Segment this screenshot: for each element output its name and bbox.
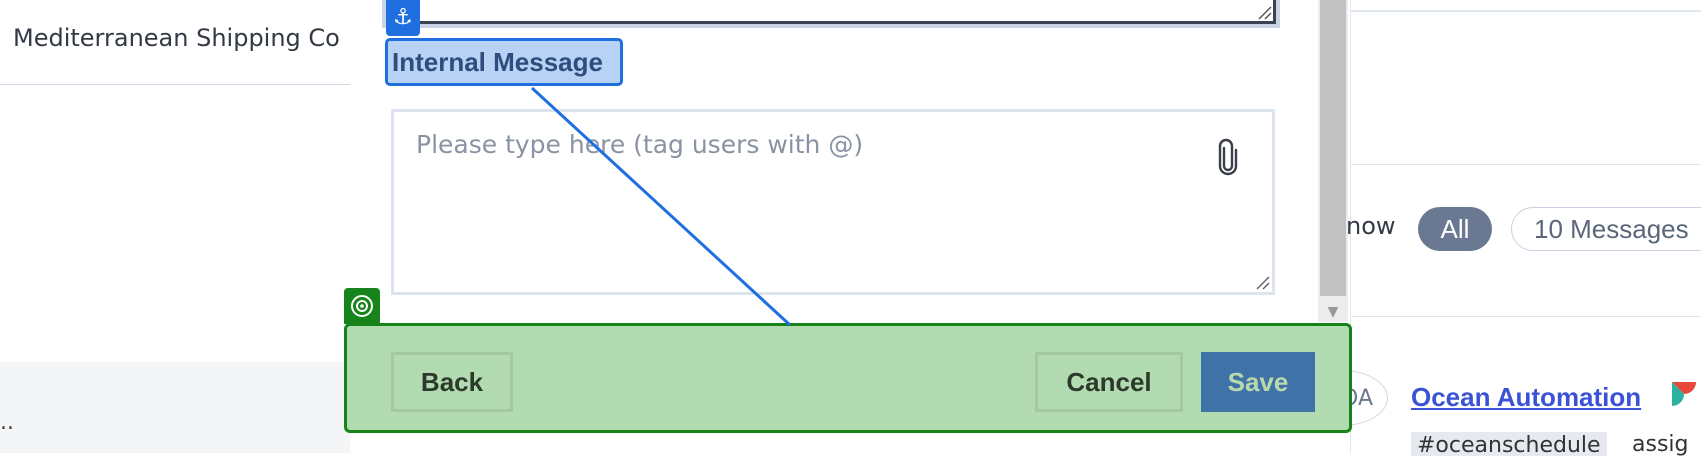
anchor-icon: ⚓ — [386, 0, 420, 36]
back-button[interactable]: Back — [391, 352, 513, 412]
cancel-button[interactable]: Cancel — [1035, 352, 1183, 412]
modal-scrollbar-thumb[interactable] — [1320, 0, 1346, 296]
modal-footer: Back Cancel Save — [344, 323, 1352, 433]
truncated-text: .. — [0, 410, 14, 435]
brand-logo-icon — [1672, 382, 1696, 406]
paperclip-icon[interactable] — [1216, 138, 1240, 176]
show-filter-label: now — [1346, 212, 1396, 240]
resize-handle-icon[interactable] — [1254, 274, 1270, 290]
resize-handle-icon[interactable] — [1256, 4, 1272, 20]
divider — [1351, 164, 1701, 165]
previous-textarea[interactable] — [386, 0, 1276, 24]
sender-link[interactable]: Ocean Automation — [1411, 382, 1641, 413]
filter-all-pill[interactable]: All — [1418, 207, 1492, 251]
shipping-line-name: Mediterranean Shipping Co — [13, 24, 340, 52]
activity-text: assig — [1632, 432, 1689, 457]
internal-message-textarea[interactable]: Please type here (tag users with @) — [391, 109, 1275, 295]
shipping-line-header: Mediterranean Shipping Co — [0, 0, 360, 85]
save-button[interactable]: Save — [1201, 352, 1315, 412]
scroll-down-arrow-icon[interactable]: ▼ — [1318, 302, 1348, 322]
filter-messages-pill[interactable]: 10 Messages — [1511, 207, 1701, 251]
divider — [1351, 10, 1701, 12]
target-icon — [344, 288, 380, 324]
divider — [1351, 316, 1701, 317]
tag-chip[interactable]: #oceanschedule — [1411, 432, 1607, 458]
internal-message-label: Internal Message — [385, 38, 623, 86]
message-placeholder: Please type here (tag users with @) — [416, 130, 864, 159]
